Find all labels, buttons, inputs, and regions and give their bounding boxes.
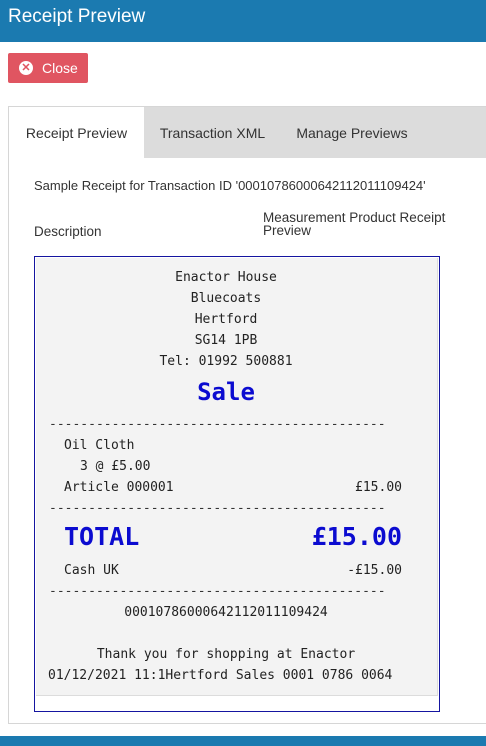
tab-bar: Receipt Preview Transaction XML Manage P… (9, 107, 486, 158)
receipt-tender-label: Cash UK (64, 563, 119, 578)
window-title-bar: Receipt Preview (0, 0, 486, 42)
receipt-total-amount: £15.00 (311, 522, 402, 551)
description-label: Description (34, 224, 102, 239)
receipt-tender-amount: -£15.00 (347, 563, 402, 578)
receipt-article-label: Article 000001 (64, 480, 174, 495)
sample-receipt-text: Sample Receipt for Transaction ID '00010… (34, 178, 426, 193)
receipt-transaction-id: 000107860006421120111094​24 (124, 605, 328, 620)
receipt-thanks: Thank you for shopping at Enactor (96, 647, 356, 662)
receipt-address-line: Hertford (194, 312, 258, 327)
tab-label: Transaction XML (159, 124, 266, 141)
window-title: Receipt Preview (8, 6, 146, 27)
tab-receipt-preview[interactable]: Receipt Preview (9, 107, 144, 158)
receipt-footer: 01/12/2021 11:1Hertford Sales 0001 0786 … (48, 668, 393, 683)
receipt-phone: Tel: 01992 500881 (159, 354, 293, 369)
bottom-bar (0, 736, 486, 746)
tab-transaction-xml[interactable]: Transaction XML (144, 107, 281, 158)
tab-label: Receipt Preview (25, 124, 128, 141)
receipt-preview: Enactor House Bluecoats Hertford SG14 1P… (34, 256, 440, 712)
close-circle-icon: ✕ (19, 61, 33, 75)
receipt-item-qty: 3 @ £5.00 (80, 459, 151, 474)
receipt-address-line: Bluecoats (190, 291, 262, 306)
receipt-item-name: Oil Cloth (64, 438, 135, 453)
receipt-address-line: Enactor House (175, 270, 277, 285)
preview-panel: Receipt Preview Transaction XML Manage P… (8, 106, 486, 724)
tab-manage-previews[interactable]: Manage Previews (281, 107, 423, 158)
receipt-divider: ----------------------------------------… (49, 584, 386, 599)
measurement-label: Measurement Product Receipt Preview (263, 210, 446, 238)
receipt-divider: ----------------------------------------… (49, 501, 386, 516)
receipt-heading: Sale (197, 378, 255, 406)
receipt-article-amount: £15.00 (355, 480, 402, 495)
receipt-address-line: SG14 1PB (194, 333, 258, 348)
toolbar: ✕ Close (0, 42, 486, 106)
receipt-paper: Enactor House Bluecoats Hertford SG14 1P… (36, 258, 438, 696)
close-button-label: Close (42, 60, 78, 76)
receipt-divider: ----------------------------------------… (49, 417, 386, 432)
tab-label: Manage Previews (296, 124, 408, 141)
receipt-total-label: TOTAL (64, 522, 140, 551)
close-button[interactable]: ✕ Close (8, 53, 88, 83)
